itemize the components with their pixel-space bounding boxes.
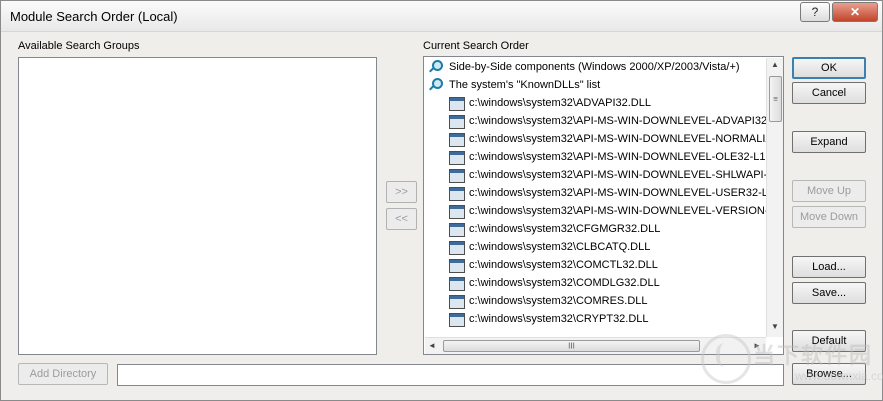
current-search-order-items: Side-by-Side components (Windows 2000/XP…	[425, 58, 766, 328]
list-item-label: c:\windows\system32\CLBCATQ.DLL	[469, 241, 651, 253]
dll-file-icon	[449, 223, 465, 237]
list-item-label: c:\windows\system32\API-MS-WIN-DOWNLEVEL…	[469, 133, 766, 145]
list-item[interactable]: c:\windows\system32\API-MS-WIN-DOWNLEVEL…	[425, 148, 766, 166]
dll-file-icon	[449, 169, 465, 183]
list-item-label: c:\windows\system32\API-MS-WIN-DOWNLEVEL…	[469, 205, 766, 217]
list-item[interactable]: c:\windows\system32\API-MS-WIN-DOWNLEVEL…	[425, 130, 766, 148]
expand-button[interactable]: Expand	[792, 131, 866, 153]
vertical-scroll-thumb[interactable]: ≡	[769, 76, 782, 122]
dll-file-icon	[449, 313, 465, 327]
horizontal-scroll-thumb[interactable]: III	[443, 340, 700, 352]
available-search-groups-list[interactable]	[18, 57, 377, 355]
list-item[interactable]: c:\windows\system32\ADVAPI32.DLL	[425, 94, 766, 112]
list-item[interactable]: c:\windows\system32\API-MS-WIN-DOWNLEVEL…	[425, 202, 766, 220]
available-search-groups-label: Available Search Groups	[18, 40, 140, 52]
dll-file-icon	[449, 115, 465, 129]
directory-input[interactable]	[117, 364, 784, 386]
dll-file-icon	[449, 187, 465, 201]
list-item-label: c:\windows\system32\API-MS-WIN-DOWNLEVEL…	[469, 169, 766, 181]
list-item[interactable]: c:\windows\system32\API-MS-WIN-DOWNLEVEL…	[425, 166, 766, 184]
list-item-label: c:\windows\system32\COMRES.DLL	[469, 295, 648, 307]
add-to-order-button[interactable]: >>	[386, 181, 417, 203]
dll-file-icon	[449, 97, 465, 111]
watermark: 当下软件园 www.downxia.com	[701, 334, 883, 400]
title-bar: Module Search Order (Local) ? ✕	[1, 1, 882, 32]
dll-file-icon	[449, 241, 465, 255]
list-item[interactable]: c:\windows\system32\COMRES.DLL	[425, 292, 766, 310]
list-item-label: c:\windows\system32\API-MS-WIN-DOWNLEVEL…	[469, 115, 766, 127]
scroll-down-icon[interactable]: ▼	[767, 322, 783, 331]
list-item[interactable]: c:\windows\system32\API-MS-WIN-DOWNLEVEL…	[425, 184, 766, 202]
list-item-label: c:\windows\system32\API-MS-WIN-DOWNLEVEL…	[469, 187, 766, 199]
dll-file-icon	[449, 133, 465, 147]
list-item[interactable]: Side-by-Side components (Windows 2000/XP…	[425, 58, 766, 76]
watermark-logo-icon	[701, 334, 751, 384]
save-button[interactable]: Save...	[792, 282, 866, 304]
vertical-scrollbar[interactable]: ▲ ≡ ▼	[766, 58, 783, 337]
list-item[interactable]: c:\windows\system32\CFGMGR32.DLL	[425, 220, 766, 238]
search-group-icon	[429, 60, 443, 73]
close-button[interactable]: ✕	[832, 2, 878, 22]
list-item[interactable]: c:\windows\system32\COMDLG32.DLL	[425, 274, 766, 292]
ok-button[interactable]: OK	[792, 57, 866, 79]
list-item[interactable]: c:\windows\system32\CRYPT32.DLL	[425, 310, 766, 328]
list-item[interactable]: c:\windows\system32\CLBCATQ.DLL	[425, 238, 766, 256]
list-item-label: The system's "KnownDLLs" list	[449, 79, 601, 91]
list-item[interactable]: c:\windows\system32\COMCTL32.DLL	[425, 256, 766, 274]
dll-file-icon	[449, 277, 465, 291]
dll-file-icon	[449, 259, 465, 273]
dll-file-icon	[449, 205, 465, 219]
current-search-order-label: Current Search Order	[423, 40, 529, 52]
list-item[interactable]: c:\windows\system32\API-MS-WIN-DOWNLEVEL…	[425, 112, 766, 130]
list-item-label: c:\windows\system32\COMDLG32.DLL	[469, 277, 660, 289]
list-item-label: c:\windows\system32\CRYPT32.DLL	[469, 313, 649, 325]
grip-icon: III	[568, 341, 575, 351]
dll-file-icon	[449, 295, 465, 309]
list-item-label: c:\windows\system32\ADVAPI32.DLL	[469, 97, 651, 109]
watermark-brand: 当下软件园	[753, 343, 874, 368]
dll-file-icon	[449, 151, 465, 165]
load-button[interactable]: Load...	[792, 256, 866, 278]
move-down-button[interactable]: Move Down	[792, 206, 866, 228]
watermark-url: www.downxia.com	[795, 369, 883, 383]
scroll-up-icon[interactable]: ▲	[767, 60, 783, 69]
scroll-left-icon[interactable]: ◄	[428, 341, 436, 350]
list-item-label: c:\windows\system32\CFGMGR32.DLL	[469, 223, 661, 235]
add-directory-button[interactable]: Add Directory	[18, 363, 108, 385]
move-up-button[interactable]: Move Up	[792, 180, 866, 202]
list-item-label: Side-by-Side components (Windows 2000/XP…	[449, 61, 740, 73]
list-item-label: c:\windows\system32\COMCTL32.DLL	[469, 259, 658, 271]
remove-from-order-button[interactable]: <<	[386, 208, 417, 230]
cancel-button[interactable]: Cancel	[792, 82, 866, 104]
help-button[interactable]: ?	[800, 2, 830, 22]
grip-icon: ≡	[773, 94, 778, 104]
search-group-icon	[429, 78, 443, 91]
module-search-order-dialog: Module Search Order (Local) ? ✕ Availabl…	[0, 0, 883, 401]
dialog-title: Module Search Order (Local)	[10, 9, 178, 24]
list-item[interactable]: The system's "KnownDLLs" list	[425, 76, 766, 94]
list-item-label: c:\windows\system32\API-MS-WIN-DOWNLEVEL…	[469, 151, 766, 163]
